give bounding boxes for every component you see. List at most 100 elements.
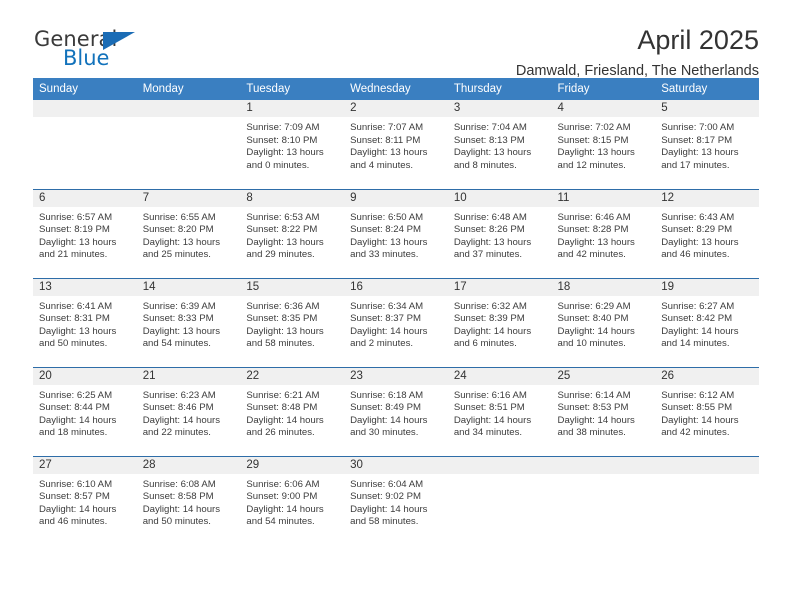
calendar-body: 1 Sunrise: 7:09 AM Sunset: 8:10 PM Daylight…	[33, 100, 759, 545]
day-sun-info: Sunrise: 6:04 AM Sunset: 9:02 PM Daylight:…	[344, 474, 448, 529]
day-sun-info: Sunrise: 6:16 AM Sunset: 8:51 PM Daylight:…	[448, 385, 552, 440]
sunset-text: Sunset: 8:51 PM	[453, 402, 525, 414]
daylight-text-line1: Daylight: 14 hours	[39, 503, 117, 515]
day-cell-inner: 26 Sunrise: 6:12 AM Sunset: 8:55 PM Dayligh…	[655, 367, 759, 456]
day-number: 24	[447, 367, 552, 385]
sunrise-text: Sunrise: 6:27 AM	[661, 300, 735, 312]
day-sun-info: Sunrise: 6:41 AM Sunset: 8:31 PM Daylight:…	[33, 296, 137, 351]
weekday-header-tuesday: Tuesday	[240, 78, 345, 100]
day-cell-inner	[551, 456, 656, 546]
daylight-text-line2: and 34 minutes.	[453, 427, 523, 439]
day-sun-info: Sunrise: 6:48 AM Sunset: 8:26 PM Daylight:…	[448, 207, 552, 262]
daylight-text-line1: Daylight: 14 hours	[350, 503, 428, 515]
daylight-text-line1: Daylight: 13 hours	[661, 147, 739, 159]
calendar-day-cell[interactable]: 5 Sunrise: 7:00 AM Sunset: 8:17 PM Daylight…	[655, 100, 759, 189]
day-cell-inner: 11 Sunrise: 6:46 AM Sunset: 8:28 PM Dayligh…	[551, 189, 656, 278]
calendar-day-cell[interactable]: 28 Sunrise: 6:08 AM Sunset: 8:58 PM Dayligh…	[136, 455, 241, 545]
daylight-text-line1: Daylight: 13 hours	[453, 236, 532, 248]
calendar-day-cell[interactable]: 18 Sunrise: 6:29 AM Sunset: 8:40 PM Dayligh…	[551, 277, 656, 367]
calendar-day-cell[interactable]: 26 Sunrise: 6:12 AM Sunset: 8:55 PM Dayligh…	[655, 366, 759, 456]
day-number	[33, 100, 137, 117]
day-cell-inner: 5 Sunrise: 7:00 AM Sunset: 8:17 PM Daylight…	[655, 100, 759, 189]
calendar-day-cell[interactable]: 3 Sunrise: 7:04 AM Sunset: 8:13 PM Daylight…	[447, 100, 552, 189]
daylight-text-line2: and 22 minutes.	[142, 427, 211, 439]
day-cell-inner: 13 Sunrise: 6:41 AM Sunset: 8:31 PM Dayligh…	[33, 278, 137, 367]
day-cell-inner: 6 Sunrise: 6:57 AM Sunset: 8:19 PM Daylight…	[33, 189, 137, 278]
calendar-day-cell[interactable]: 29 Sunrise: 6:06 AM Sunset: 9:00 PM Dayligh…	[240, 455, 345, 545]
daylight-text-line2: and 38 minutes.	[557, 427, 626, 439]
day-sun-info: Sunrise: 6:43 AM Sunset: 8:29 PM Daylight:…	[655, 207, 759, 262]
calendar-header-row: Sunday Monday Tuesday Wednesday Thursday Frid…	[33, 78, 759, 100]
calendar-day-cell[interactable]: 6 Sunrise: 6:57 AM Sunset: 8:19 PM Daylight…	[33, 188, 137, 278]
sunset-text: Sunset: 8:20 PM	[142, 224, 214, 236]
sunrise-text: Sunrise: 7:04 AM	[453, 122, 527, 133]
daylight-text-line2: and 46 minutes.	[39, 516, 108, 528]
day-number: 23	[344, 367, 448, 385]
calendar-day-cell[interactable]: 20 Sunrise: 6:25 AM Sunset: 8:44 PM Dayligh…	[33, 366, 137, 456]
day-sun-info: Sunrise: 6:53 AM Sunset: 8:22 PM Daylight:…	[240, 207, 344, 262]
sunset-text: Sunset: 8:58 PM	[142, 491, 214, 503]
sunrise-text: Sunrise: 6:32 AM	[453, 300, 527, 312]
daylight-text-line2: and 25 minutes.	[142, 249, 211, 261]
sunset-text: Sunset: 8:28 PM	[557, 224, 629, 236]
calendar-day-cell[interactable]: 27 Sunrise: 6:10 AM Sunset: 8:57 PM Dayligh…	[33, 455, 137, 545]
calendar-day-cell[interactable]: 13 Sunrise: 6:41 AM Sunset: 8:31 PM Dayligh…	[33, 277, 137, 367]
day-number: 20	[33, 367, 137, 385]
calendar-day-cell[interactable]: 30 Sunrise: 6:04 AM Sunset: 9:02 PM Dayligh…	[344, 455, 448, 545]
sunset-text: Sunset: 8:37 PM	[350, 313, 422, 325]
calendar-day-cell[interactable]: 12 Sunrise: 6:43 AM Sunset: 8:29 PM Dayligh…	[655, 188, 759, 278]
day-sun-info: Sunrise: 6:36 AM Sunset: 8:35 PM Daylight:…	[240, 296, 344, 351]
daylight-text-line1: Daylight: 14 hours	[350, 414, 428, 426]
calendar-day-cell-empty	[136, 100, 241, 189]
day-sun-info: Sunrise: 6:18 AM Sunset: 8:49 PM Daylight:…	[344, 385, 448, 440]
calendar-day-cell[interactable]: 10 Sunrise: 6:48 AM Sunset: 8:26 PM Dayligh…	[447, 188, 552, 278]
calendar-day-cell[interactable]: 23 Sunrise: 6:18 AM Sunset: 8:49 PM Dayligh…	[344, 366, 448, 456]
daylight-text-line2: and 58 minutes.	[246, 338, 315, 350]
daylight-text-line1: Daylight: 14 hours	[453, 325, 532, 337]
calendar-day-cell[interactable]: 15 Sunrise: 6:36 AM Sunset: 8:35 PM Dayligh…	[240, 277, 345, 367]
sunset-text: Sunset: 8:10 PM	[246, 134, 318, 146]
daylight-text-line2: and 6 minutes.	[453, 338, 517, 350]
day-sun-info: Sunrise: 6:34 AM Sunset: 8:37 PM Daylight:…	[344, 296, 448, 351]
calendar-day-cell[interactable]: 9 Sunrise: 6:50 AM Sunset: 8:24 PM Daylight…	[344, 188, 448, 278]
sunrise-text: Sunrise: 6:04 AM	[350, 478, 424, 490]
calendar-day-cell[interactable]: 14 Sunrise: 6:39 AM Sunset: 8:33 PM Dayligh…	[136, 277, 241, 367]
calendar-day-cell[interactable]: 11 Sunrise: 6:46 AM Sunset: 8:28 PM Dayligh…	[551, 188, 656, 278]
calendar-day-cell[interactable]: 2 Sunrise: 7:07 AM Sunset: 8:11 PM Daylight…	[344, 100, 448, 189]
sunset-text: Sunset: 8:35 PM	[246, 313, 318, 325]
sunrise-text: Sunrise: 7:07 AM	[350, 122, 424, 133]
sunset-text: Sunset: 8:11 PM	[350, 134, 421, 146]
sunset-text: Sunset: 8:53 PM	[557, 402, 629, 414]
day-number: 7	[136, 189, 241, 207]
calendar-day-cell[interactable]: 22 Sunrise: 6:21 AM Sunset: 8:48 PM Dayligh…	[240, 366, 345, 456]
daylight-text-line2: and 50 minutes.	[39, 338, 108, 350]
calendar-day-cell[interactable]: 24 Sunrise: 6:16 AM Sunset: 8:51 PM Dayligh…	[447, 366, 552, 456]
day-cell-inner: 14 Sunrise: 6:39 AM Sunset: 8:33 PM Dayligh…	[136, 278, 241, 367]
daylight-text-line1: Daylight: 14 hours	[142, 503, 221, 515]
calendar-day-cell[interactable]: 16 Sunrise: 6:34 AM Sunset: 8:37 PM Dayligh…	[344, 277, 448, 367]
sunrise-text: Sunrise: 6:34 AM	[350, 300, 424, 312]
sunrise-text: Sunrise: 6:36 AM	[246, 300, 320, 312]
calendar-day-cell[interactable]: 21 Sunrise: 6:23 AM Sunset: 8:46 PM Dayligh…	[136, 366, 241, 456]
calendar-day-cell[interactable]: 25 Sunrise: 6:14 AM Sunset: 8:53 PM Dayligh…	[551, 366, 656, 456]
calendar-day-cell[interactable]: 7 Sunrise: 6:55 AM Sunset: 8:20 PM Daylight…	[136, 188, 241, 278]
sunrise-text: Sunrise: 6:39 AM	[142, 300, 216, 312]
calendar-day-cell[interactable]: 17 Sunrise: 6:32 AM Sunset: 8:39 PM Dayligh…	[447, 277, 552, 367]
calendar-day-cell[interactable]: 8 Sunrise: 6:53 AM Sunset: 8:22 PM Daylight…	[240, 188, 345, 278]
calendar-day-cell-empty	[447, 455, 552, 545]
day-cell-inner: 8 Sunrise: 6:53 AM Sunset: 8:22 PM Daylight…	[240, 189, 345, 278]
calendar-week-row: 20 Sunrise: 6:25 AM Sunset: 8:44 PM Dayligh…	[33, 366, 759, 456]
day-sun-info: Sunrise: 6:10 AM Sunset: 8:57 PM Daylight:…	[33, 474, 137, 529]
day-number: 19	[655, 278, 759, 296]
calendar-day-cell[interactable]: 4 Sunrise: 7:02 AM Sunset: 8:15 PM Daylight…	[551, 100, 656, 189]
calendar-day-cell[interactable]: 19 Sunrise: 6:27 AM Sunset: 8:42 PM Dayligh…	[655, 277, 759, 367]
sunset-text: Sunset: 8:17 PM	[661, 134, 733, 146]
daylight-text-line2: and 18 minutes.	[39, 427, 108, 439]
sunrise-text: Sunrise: 6:18 AM	[350, 389, 424, 401]
calendar-day-cell[interactable]: 1 Sunrise: 7:09 AM Sunset: 8:10 PM Daylight…	[240, 100, 345, 189]
day-cell-inner: 18 Sunrise: 6:29 AM Sunset: 8:40 PM Dayligh…	[551, 278, 656, 367]
day-sun-info	[137, 117, 241, 122]
daylight-text-line1: Daylight: 14 hours	[39, 414, 117, 426]
day-number	[655, 456, 759, 474]
sunrise-text: Sunrise: 6:55 AM	[142, 211, 216, 223]
